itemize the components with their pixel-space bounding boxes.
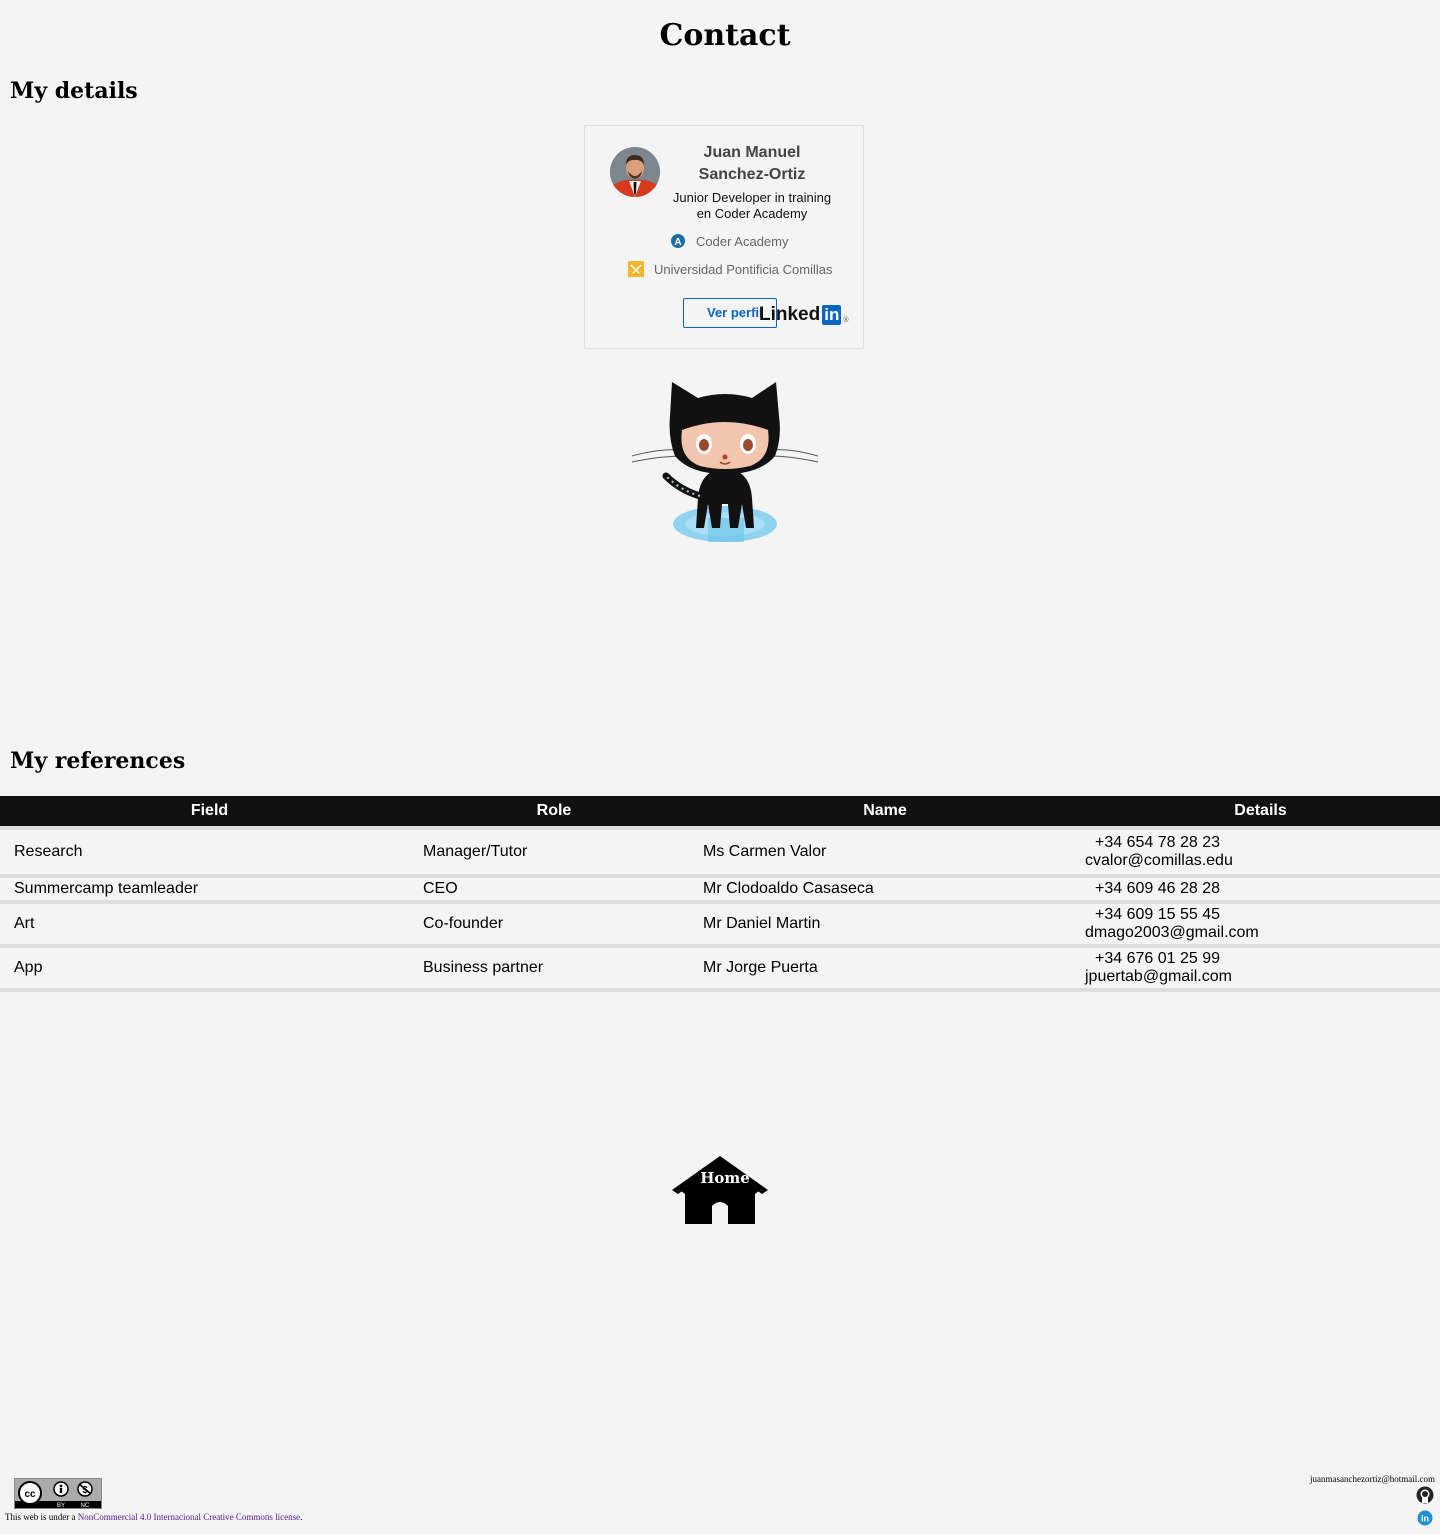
- table-header-row: Field Role Name Details: [0, 796, 1440, 826]
- column-header-details: Details: [1081, 796, 1440, 826]
- org-label: Universidad Pontificia Comillas: [654, 261, 833, 277]
- cc-nc-label: NC: [81, 1503, 90, 1508]
- reference-email: dmago2003@gmail.com: [1085, 924, 1259, 941]
- home-button[interactable]: Home: [670, 1154, 770, 1226]
- cc-by-nc-icon: cc $ BY NC: [15, 1479, 101, 1509]
- my-references-heading: My references: [10, 748, 186, 774]
- my-details-heading: My details: [10, 78, 138, 104]
- svg-text:in: in: [1421, 1514, 1429, 1524]
- cell-field: Research: [0, 830, 419, 878]
- cc-by-label: BY: [57, 1503, 65, 1508]
- org-label: Coder Academy: [696, 233, 789, 249]
- cell-role: CEO: [419, 876, 689, 904]
- license-prefix: This web is under a: [5, 1512, 78, 1522]
- profile-avatar[interactable]: [610, 147, 660, 197]
- reference-email: cvalor@comillas.edu: [1085, 852, 1233, 869]
- table-row: Research Manager/Tutor Ms Carmen Valor +…: [0, 830, 1440, 878]
- license-notice: This web is under a NonCommercial 4.0 In…: [5, 1512, 302, 1522]
- references-table: Field Role Name Details Research Manager…: [0, 796, 1440, 992]
- reference-phone: +34 609 46 28 28: [1095, 880, 1221, 897]
- license-suffix: .: [300, 1512, 303, 1522]
- linkedin-link[interactable]: in: [1417, 1510, 1433, 1531]
- cell-name: Mr Daniel Martin: [689, 902, 1081, 948]
- column-header-field: Field: [0, 796, 419, 826]
- coder-academy-logo-icon: A: [670, 233, 686, 249]
- linkedin-in-box: in: [822, 305, 842, 325]
- registered-mark-icon: ®: [843, 316, 849, 324]
- reference-phone: +34 654 78 28 23: [1095, 834, 1221, 851]
- profile-headline: Junior Developer in training en Coder Ac…: [672, 190, 832, 221]
- svg-text:cc: cc: [24, 1489, 36, 1500]
- github-icon: [1416, 1486, 1434, 1504]
- linkedin-profile-badge: Juan Manuel Sanchez-Ortiz Junior Develop…: [584, 125, 864, 349]
- cell-details: +34 609 46 28 28: [1081, 876, 1440, 904]
- profile-name[interactable]: Juan Manuel Sanchez-Ortiz: [681, 142, 823, 186]
- org-coder-academy[interactable]: A Coder Academy: [670, 233, 789, 249]
- column-header-role: Role: [419, 796, 689, 826]
- table-row: App Business partner Mr Jorge Puerta +34…: [0, 946, 1440, 992]
- comillas-logo-icon: [628, 261, 644, 277]
- house-icon: [672, 1156, 768, 1224]
- cell-role: Co-founder: [419, 902, 689, 948]
- linkedin-logo-icon: Linked in ®: [759, 304, 849, 326]
- page-title: Contact: [659, 18, 791, 53]
- cell-name: Mr Jorge Puerta: [689, 946, 1081, 992]
- creative-commons-badge[interactable]: cc $ BY NC: [14, 1478, 102, 1509]
- github-octocat-link[interactable]: [630, 378, 820, 549]
- license-link[interactable]: NonCommercial 4.0 Internacional Creative…: [78, 1512, 300, 1522]
- cell-name: Mr Clodoaldo Casaseca: [689, 876, 1081, 904]
- reference-phone: +34 609 15 55 45: [1095, 906, 1221, 923]
- cell-role: Manager/Tutor: [419, 830, 689, 878]
- linkedin-wordmark: Linked: [759, 304, 821, 325]
- table-row: Art Co-founder Mr Daniel Martin +34 609 …: [0, 902, 1440, 948]
- table-row: Summercamp teamleader CEO Mr Clodoaldo C…: [0, 876, 1440, 904]
- cell-details: +34 654 78 28 23 cvalor@comillas.edu: [1081, 830, 1440, 878]
- column-header-name: Name: [689, 796, 1081, 826]
- reference-email: jpuertab@gmail.com: [1085, 968, 1232, 985]
- octocat-icon: [631, 382, 819, 542]
- cell-details: +34 609 15 55 45 dmago2003@gmail.com: [1081, 902, 1440, 948]
- svg-text:A: A: [674, 237, 681, 248]
- cell-field: Art: [0, 902, 419, 948]
- cell-field: Summercamp teamleader: [0, 876, 419, 904]
- linkedin-icon: in: [1417, 1510, 1433, 1526]
- reference-phone: +34 676 01 25 99: [1095, 950, 1221, 967]
- org-universidad-comillas[interactable]: Universidad Pontificia Comillas: [628, 261, 832, 277]
- home-label: Home: [700, 1169, 750, 1187]
- cell-details: +34 676 01 25 99 jpuertab@gmail.com: [1081, 946, 1440, 992]
- cell-name: Ms Carmen Valor: [689, 830, 1081, 878]
- cell-role: Business partner: [419, 946, 689, 992]
- contact-email[interactable]: juanmasanchezortiz@hotmail.com: [1310, 1474, 1435, 1484]
- cell-field: App: [0, 946, 419, 992]
- github-link[interactable]: [1416, 1486, 1434, 1509]
